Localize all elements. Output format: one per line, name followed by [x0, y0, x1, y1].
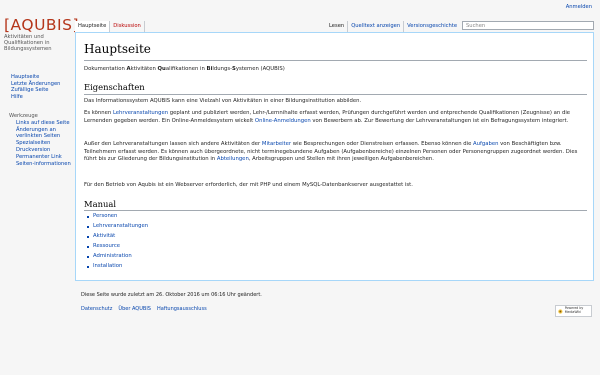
link-online-anmeldungen[interactable]: Online-Anmeldungen: [255, 118, 311, 124]
intro-paragraph: Dokumentation Aktivitäten Qualifikatione…: [84, 66, 587, 74]
link-mitarbeiter[interactable]: Mitarbeiter: [262, 141, 291, 147]
tool-related-changes[interactable]: Änderungen an verlinkten Seiten: [16, 127, 74, 139]
list-item: Installation: [87, 262, 148, 272]
section-divider: [84, 210, 587, 211]
footer-last-modified: Diese Seite wurde zuletzt am 26. Oktober…: [81, 292, 262, 298]
tab-lesen[interactable]: Lesen: [326, 21, 349, 32]
tool-links-here[interactable]: Links auf diese Seite: [16, 120, 74, 126]
section-heading-eigenschaften: Eigenschaften: [84, 82, 145, 92]
paragraph-text: Außer den Lehrveranstaltungen lassen sic…: [84, 141, 262, 147]
paragraph-3: Außer den Lehrveranstaltungen lassen sic…: [84, 141, 587, 164]
link-abteilungen[interactable]: Abteilungen: [217, 156, 249, 162]
list-item: Aktivität: [87, 232, 148, 242]
sidebar-item-hilfe[interactable]: Hilfe: [11, 94, 73, 101]
login-link[interactable]: Anmelden: [566, 4, 592, 10]
sidebar-navigation: Hauptseite Letzte Änderungen Zufällige S…: [11, 74, 73, 100]
tab-hauptseite[interactable]: Hauptseite: [75, 21, 111, 32]
manual-link-lehrveranstaltungen[interactable]: Lehrveranstaltungen: [93, 223, 148, 229]
link-lehrveranstaltungen[interactable]: Lehrveranstaltungen: [113, 110, 168, 116]
sidebar-toolbox: Links auf diese Seite Änderungen an verl…: [16, 120, 74, 168]
namespace-tabs: Hauptseite Diskussion: [75, 21, 145, 32]
personal-tools: Anmelden: [566, 4, 592, 10]
site-logo[interactable]: [AQUBIS] Aktivitäten und Qualifikationen…: [4, 16, 80, 53]
list-item: Ressource: [87, 242, 148, 252]
paragraph-1: Das Informationssystem AQUBIS kann eine …: [84, 98, 362, 104]
manual-link-administration[interactable]: Administration: [93, 253, 132, 259]
tool-special-pages[interactable]: Spezialseiten: [16, 140, 74, 146]
manual-list: Personen Lehrveranstaltungen Aktivität R…: [87, 212, 148, 271]
manual-link-aktivitaet[interactable]: Aktivität: [93, 233, 115, 239]
link-aufgaben[interactable]: Aufgaben: [473, 141, 498, 147]
intro-text: ystemen (AQUBIS): [235, 66, 285, 72]
footer-link-ueber[interactable]: Über AQUBIS: [118, 306, 151, 312]
paragraph-4: Für den Betrieb von Aqubis ist ein Webse…: [84, 182, 413, 188]
section-divider: [84, 94, 587, 95]
tool-permanent-link[interactable]: Permanenter Link: [16, 154, 74, 160]
powered-by-badge[interactable]: Powered by MediaWiki: [555, 305, 592, 317]
mediawiki-sunflower-icon: [558, 308, 563, 314]
intro-text: ktivitäten: [130, 66, 158, 72]
view-tabs: Lesen Quelltext anzeigen Versionsgeschic…: [326, 21, 460, 32]
manual-link-personen[interactable]: Personen: [93, 213, 117, 219]
footer-link-datenschutz[interactable]: Datenschutz: [81, 306, 112, 312]
paragraph-text: , Arbeitsgruppen und Stellen mit ihren j…: [248, 156, 434, 162]
manual-link-ressource[interactable]: Ressource: [93, 243, 120, 249]
tab-versionsgeschichte[interactable]: Versionsgeschichte: [404, 21, 460, 32]
tab-diskussion[interactable]: Diskussion: [110, 21, 145, 32]
list-item: Administration: [87, 252, 148, 262]
intro-text: alifikationen in: [165, 66, 207, 72]
intro-text: Dokumentation: [84, 66, 127, 72]
paragraph-text: Es können: [84, 110, 113, 116]
search-input[interactable]: [462, 21, 594, 30]
list-item: Lehrveranstaltungen: [87, 222, 148, 232]
tool-print-version[interactable]: Druckversion: [16, 147, 74, 153]
page-title: Hauptseite: [84, 42, 151, 56]
paragraph-2: Es können Lehrveranstaltungen geplant un…: [84, 110, 587, 125]
paragraph-text: von Bewerbern ab. Zur Bewertung der Lehr…: [310, 117, 569, 124]
powered-by-text: Powered by MediaWiki: [564, 306, 584, 314]
footer-places: Datenschutz Über AQUBIS Haftungsausschlu…: [81, 306, 207, 312]
intro-bold-qu: Qu: [157, 66, 166, 72]
tool-page-information[interactable]: Seiten-informationen: [16, 161, 74, 167]
intro-text: ldungs-: [212, 66, 232, 72]
list-item: Personen: [87, 212, 148, 222]
manual-link-installation[interactable]: Installation: [93, 263, 122, 269]
logo-tagline: Aktivitäten und Qualifikationen in Bildu…: [4, 34, 52, 53]
paragraph-text: wie Besprechungen oder Dienstreisen erfa…: [291, 141, 474, 147]
section-heading-manual: Manual: [84, 199, 117, 209]
footer-link-haftungsausschluss[interactable]: Haftungsausschluss: [157, 306, 207, 312]
toolbox-heading: Werkzeuge: [9, 113, 38, 119]
content-area: Hauptseite Dokumentation Aktivitäten Qua…: [75, 32, 594, 281]
tab-quelltext-anzeigen[interactable]: Quelltext anzeigen: [348, 21, 405, 32]
logo-name: [AQUBIS]: [4, 16, 80, 34]
heading-divider: [84, 60, 587, 61]
